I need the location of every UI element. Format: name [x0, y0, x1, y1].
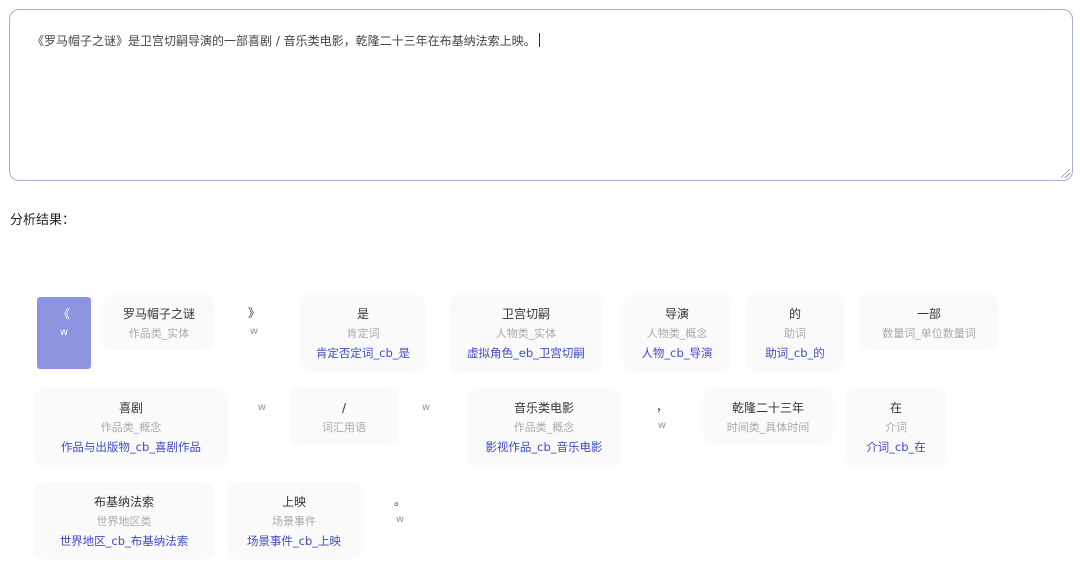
token-link[interactable]: 作品与出版物_cb_喜剧作品 — [37, 440, 225, 454]
resize-handle[interactable] — [1061, 169, 1070, 178]
text-caret — [538, 33, 540, 47]
token-category: 作品类_概念 — [513, 421, 575, 434]
result-label: 分析结果： — [10, 213, 76, 228]
token-text: 《 — [57, 307, 70, 321]
token-text: 导演 — [664, 307, 689, 321]
token-text: 罗马帽子之谜 — [122, 307, 195, 321]
token-text: ， — [655, 400, 668, 414]
token-card[interactable]: 卫宫切嗣 人物类_实体 虚拟角色_eb_卫宫切嗣 — [452, 297, 600, 369]
token-category: 数量词_单位数量词 — [882, 327, 976, 340]
token-card[interactable]: w — [414, 402, 438, 413]
token-text: 。 — [393, 494, 406, 508]
token-link[interactable]: 肯定否定词_cb_是 — [303, 346, 423, 360]
token-card[interactable]: 《 w — [37, 297, 91, 369]
token-card[interactable]: 一部 数量词_单位数量词 — [862, 297, 996, 347]
token-link[interactable]: 介词_cb_在 — [848, 440, 944, 454]
token-link[interactable]: 世界地区_cb_布基纳法索 — [37, 534, 211, 548]
token-category: w — [395, 514, 405, 525]
token-category: w — [257, 402, 267, 413]
token-text: 布基纳法索 — [93, 495, 154, 509]
token-card[interactable]: 导演 人物类_概念 人物_cb_导演 — [626, 297, 728, 369]
token-category: w — [249, 326, 259, 337]
token-link[interactable]: 场景事件_cb_上映 — [230, 534, 358, 548]
token-card[interactable]: 音乐类电影 作品类_概念 影视作品_cb_音乐电影 — [470, 391, 618, 463]
token-text: 上映 — [281, 495, 306, 509]
token-text: 音乐类电影 — [513, 401, 574, 415]
token-text: 喜剧 — [118, 401, 143, 415]
token-category: 介词 — [885, 421, 907, 434]
token-card[interactable]: 。 w — [386, 494, 414, 525]
token-card[interactable]: 上映 场景事件 场景事件_cb_上映 — [230, 485, 358, 557]
token-category: w — [657, 420, 667, 431]
token-card[interactable]: / 词汇用语 — [292, 391, 396, 441]
token-text: 在 — [889, 401, 902, 415]
token-card[interactable]: 的 助词 助词_cb_的 — [749, 297, 841, 369]
token-category: 人物类_实体 — [495, 327, 557, 340]
token-text: 乾隆二十三年 — [731, 401, 804, 415]
token-category: w — [421, 402, 431, 413]
token-category: 人物类_概念 — [646, 327, 708, 340]
token-category: 作品类_概念 — [100, 421, 162, 434]
token-link[interactable]: 虚拟角色_eb_卫宫切嗣 — [452, 346, 600, 360]
token-card[interactable]: 布基纳法索 世界地区类 世界地区_cb_布基纳法索 — [37, 485, 211, 557]
text-input[interactable]: 《罗马帽子之谜》是卫宫切嗣导演的一部喜剧 / 音乐类电影，乾隆二十三年在布基纳法… — [9, 9, 1073, 181]
token-link[interactable]: 影视作品_cb_音乐电影 — [470, 440, 618, 454]
token-category: 作品类_实体 — [128, 327, 190, 340]
token-text: 卫宫切嗣 — [501, 307, 550, 321]
token-text: 一部 — [916, 307, 941, 321]
token-category: 场景事件 — [272, 515, 316, 528]
token-text: 的 — [788, 307, 801, 321]
token-text: / — [341, 401, 347, 415]
token-card[interactable]: 喜剧 作品类_概念 作品与出版物_cb_喜剧作品 — [37, 391, 225, 463]
token-card[interactable]: 》 w — [240, 306, 268, 337]
token-link[interactable]: 助词_cb_的 — [749, 346, 841, 360]
token-category: 时间类_具体时间 — [726, 421, 810, 434]
token-text: 是 — [356, 307, 369, 321]
token-category: 词汇用语 — [322, 421, 366, 434]
token-category: 助词 — [784, 327, 806, 340]
token-text: 》 — [247, 306, 260, 320]
input-text: 《罗马帽子之谜》是卫宫切嗣导演的一部喜剧 / 音乐类电影，乾隆二十三年在布基纳法… — [32, 34, 536, 48]
token-category: w — [59, 327, 69, 338]
token-category: 世界地区类 — [96, 515, 152, 528]
token-card[interactable]: 罗马帽子之谜 作品类_实体 — [106, 297, 212, 347]
token-link[interactable]: 人物_cb_导演 — [626, 346, 728, 360]
token-card[interactable]: w — [250, 402, 274, 413]
token-card[interactable]: 是 肯定词 肯定否定词_cb_是 — [303, 297, 423, 369]
token-card[interactable]: 在 介词 介词_cb_在 — [848, 391, 944, 463]
token-card[interactable]: ， w — [648, 400, 676, 431]
token-card[interactable]: 乾隆二十三年 时间类_具体时间 — [706, 391, 830, 441]
token-category: 肯定词 — [346, 327, 380, 340]
